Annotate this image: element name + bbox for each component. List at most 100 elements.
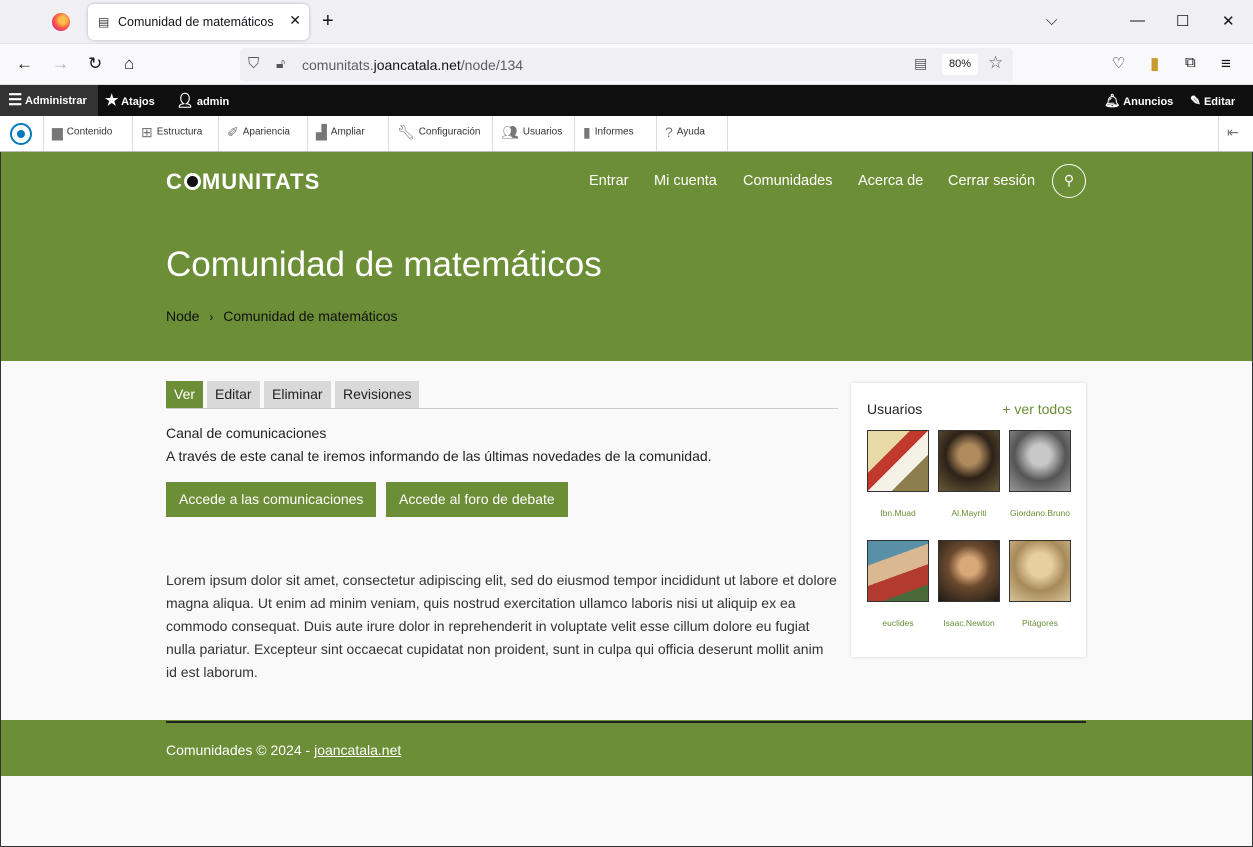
forum-button[interactable]: Accede al foro de debate <box>386 482 568 517</box>
back-icon[interactable]: ← <box>16 54 33 74</box>
tray-item-usuarios[interactable]: 👥︎ Usuarios <box>493 116 575 151</box>
tab-eliminar[interactable]: Eliminar <box>264 381 331 408</box>
maximize-icon[interactable]: ☐ <box>1176 12 1189 30</box>
menu-hamburger-icon[interactable]: ≡ <box>1221 54 1231 74</box>
tray-item-ampliar[interactable]: ▟ Ampliar <box>308 116 389 151</box>
bell-icon: 🔔︎ <box>1104 93 1121 108</box>
lock-icon[interactable]: 🔓︎ <box>276 55 285 72</box>
breadcrumb-current: Comunidad de matemáticos <box>223 308 398 324</box>
drupal-logo-icon <box>10 123 32 145</box>
forward-icon[interactable]: → <box>52 54 69 74</box>
anuncios-button[interactable]: 🔔︎ Anuncios <box>1104 85 1173 116</box>
avatar[interactable] <box>1009 430 1071 492</box>
user-name[interactable]: Al.Mayriti <box>938 508 1000 518</box>
zoom-level[interactable]: 80% <box>942 54 978 75</box>
puzzle-icon: ▟ <box>316 124 327 140</box>
menu-entrar[interactable]: Entrar <box>589 173 629 189</box>
home-icon[interactable]: ⌂ <box>124 54 134 74</box>
pocket-icon[interactable]: ♡ <box>1112 54 1125 72</box>
shield-icon[interactable]: ⛉ <box>248 55 259 72</box>
close-tab-icon[interactable]: ✕ <box>289 12 301 29</box>
site-footer: Comunidades © 2024 - joancatala.net <box>0 720 1253 776</box>
anuncios-label: Anuncios <box>1123 96 1174 108</box>
local-tasks: Ver Editar Eliminar Revisiones <box>166 381 838 409</box>
tray-item-apariencia[interactable]: ✐ Apariencia <box>219 116 308 151</box>
menu-comunidades[interactable]: Comunidades <box>743 173 832 189</box>
structure-icon: ⊞ <box>141 124 153 140</box>
tab-ver[interactable]: Ver <box>166 381 204 408</box>
footer-text: Comunidades © 2024 - joancatala.net <box>166 742 402 758</box>
users-block-title: Usuarios <box>867 401 923 417</box>
hamburger-icon: ☰ <box>8 92 23 109</box>
comms-button[interactable]: Accede a las comunicaciones <box>166 482 377 517</box>
user-name[interactable]: euclides <box>867 618 929 628</box>
user-card[interactable]: Giordano.Bruno <box>1009 430 1071 518</box>
url-bar[interactable]: ⛉ 🔓︎ comunitats.joancatala.net/node/134 … <box>240 48 1013 81</box>
avatar[interactable] <box>867 430 929 492</box>
chevron-right-icon: › <box>209 310 214 324</box>
extensions-puzzle-icon[interactable]: ⧉ <box>1185 54 1196 71</box>
user-card[interactable]: Pitágores <box>1009 540 1071 628</box>
extension-icon[interactable]: ▮ <box>1150 54 1159 74</box>
tray-item-ayuda[interactable]: ? Ayuda <box>657 116 728 151</box>
atajos-button[interactable]: ★ Atajos <box>105 85 155 116</box>
minimize-icon[interactable]: — <box>1130 12 1145 29</box>
avatar[interactable] <box>938 430 1000 492</box>
reader-view-icon[interactable]: ▤ <box>914 55 927 72</box>
tab-list-chevron-icon[interactable]: ⌵ <box>1046 12 1057 29</box>
user-card[interactable]: Ibn.Muad <box>867 430 929 518</box>
drupal-home-button[interactable] <box>0 116 44 151</box>
search-icon[interactable]: ⚲ <box>1052 164 1086 198</box>
reload-icon[interactable]: ↻ <box>88 54 102 74</box>
menu-acerca-de[interactable]: Acerca de <box>858 173 923 189</box>
avatar[interactable] <box>938 540 1000 602</box>
footer-divider <box>166 721 1086 723</box>
user-card[interactable]: euclides <box>867 540 929 628</box>
tab-editar[interactable]: Editar <box>207 381 260 408</box>
atajos-label: Atajos <box>121 96 155 108</box>
url-text[interactable]: comunitats.joancatala.net/node/134 <box>302 57 523 73</box>
user-name[interactable]: Ibn.Muad <box>867 508 929 518</box>
channel-description: A través de este canal te iremos informa… <box>166 448 712 464</box>
tab-title: Comunidad de matemáticos | C <box>118 15 278 29</box>
user-name[interactable]: Pitágores <box>1009 618 1071 628</box>
admin-tray: ▆ Contenido ⊞ Estructura ✐ Apariencia ▟ Ampl… <box>0 116 1253 152</box>
firefox-icon[interactable] <box>52 13 70 31</box>
tray-item-estructura[interactable]: ⊞ Estructura <box>133 116 219 151</box>
tab-revisiones[interactable]: Revisiones <box>335 381 420 408</box>
page-title: Comunidad de matemáticos <box>166 245 602 284</box>
user-icon: 👤︎ <box>176 92 194 108</box>
bookmark-star-icon[interactable]: ☆ <box>988 53 1003 73</box>
tray-item-contenido[interactable]: ▆ Contenido <box>44 116 133 151</box>
breadcrumb: Node › Comunidad de matemáticos <box>166 308 398 324</box>
user-card[interactable]: Al.Mayriti <box>938 430 1000 518</box>
users-icon: 👥︎ <box>501 124 519 140</box>
browser-nav-bar: ← → ↻ ⌂ ⛉ 🔓︎ comunitats.joancatala.net/n… <box>0 44 1253 85</box>
administrar-button[interactable]: ☰ Administrar <box>0 85 98 116</box>
site-header: C MUNITATS Entrar Mi cuenta Comunidades A… <box>0 152 1253 361</box>
user-card[interactable]: Isaac.Newton <box>938 540 1000 628</box>
user-name[interactable]: Isaac.Newton <box>938 618 1000 628</box>
browser-tab[interactable]: ▤ Comunidad de matemáticos | C ✕ <box>88 4 309 40</box>
close-window-icon[interactable]: ✕ <box>1222 12 1235 30</box>
collapse-arrow-icon: ⇤ <box>1227 124 1239 140</box>
footer-link[interactable]: joancatala.net <box>314 742 401 758</box>
avatar[interactable] <box>867 540 929 602</box>
breadcrumb-node[interactable]: Node <box>166 308 199 324</box>
user-button[interactable]: 👤︎ admin <box>176 85 229 116</box>
editar-button[interactable]: ✎ Editar <box>1190 85 1235 116</box>
page-favicon-icon: ▤ <box>98 15 110 29</box>
browser-tab-bar: ▤ Comunidad de matemáticos | C ✕ + ⌵ — ☐… <box>0 0 1253 44</box>
tray-item-configuracion[interactable]: 🔧︎ Configuración <box>389 116 493 151</box>
see-all-link[interactable]: + ver todos <box>1002 401 1072 417</box>
new-tab-icon[interactable]: + <box>322 10 334 33</box>
admin-toolbar: ☰ Administrar ★ Atajos 👤︎ admin 🔔︎ Anunc… <box>0 85 1253 116</box>
brush-icon: ✐ <box>227 124 239 140</box>
tray-item-informes[interactable]: ▮ Informes <box>575 116 657 151</box>
user-name[interactable]: Giordano.Bruno <box>1009 508 1071 518</box>
avatar[interactable] <box>1009 540 1071 602</box>
menu-cerrar-sesion[interactable]: Cerrar sesión <box>948 173 1035 189</box>
menu-mi-cuenta[interactable]: Mi cuenta <box>654 173 717 189</box>
tray-orientation-toggle[interactable]: ⇤ <box>1218 116 1253 151</box>
site-logo[interactable]: C MUNITATS <box>166 169 320 195</box>
